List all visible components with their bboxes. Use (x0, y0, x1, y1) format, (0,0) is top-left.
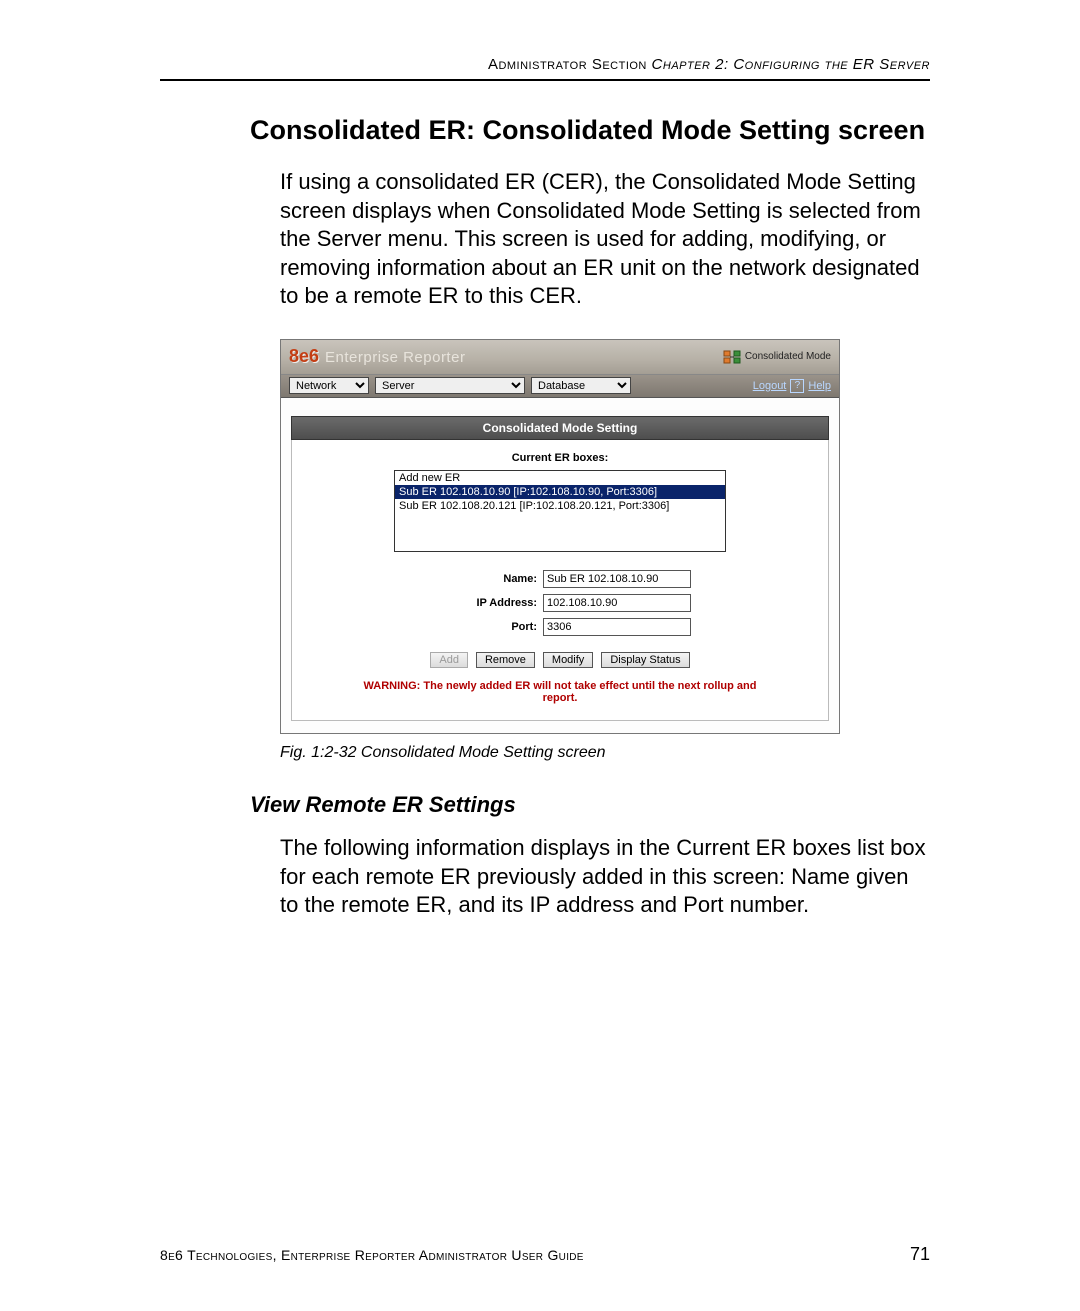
warning-text: WARNING: The newly added ER will not tak… (350, 680, 770, 704)
app-menubar: Network Server Database Logout ? Help (281, 375, 839, 398)
panel-title: Consolidated Mode Setting (291, 416, 829, 440)
listbox-heading: Current ER boxes: (350, 452, 770, 464)
button-row: Add Remove Modify Display Status (350, 652, 770, 668)
running-header-section: Administrator Section (488, 56, 652, 73)
subsection-paragraph: The following information displays in th… (280, 834, 930, 920)
menu-network-select[interactable]: Network (289, 377, 369, 394)
name-field[interactable] (543, 570, 691, 588)
panel-area: Consolidated Mode Setting Current ER box… (281, 398, 839, 733)
figure-caption: Fig. 1:2-32 Consolidated Mode Setting sc… (280, 744, 840, 762)
name-label: Name: (425, 573, 537, 585)
page-footer: 8e6 Technologies, Enterprise Reporter Ad… (160, 1244, 930, 1265)
help-icon[interactable]: ? (790, 379, 804, 393)
header-rule (160, 79, 930, 81)
menu-database-select[interactable]: Database (531, 377, 631, 394)
intro-paragraph: If using a consolidated ER (CER), the Co… (280, 168, 930, 311)
er-listbox[interactable]: Add new ER Sub ER 102.108.10.90 [IP:102.… (394, 470, 726, 552)
modify-button[interactable]: Modify (543, 652, 593, 668)
consolidated-mode-icon (723, 350, 741, 364)
remove-button[interactable]: Remove (476, 652, 535, 668)
footer-guide: 8e6 Technologies, Enterprise Reporter Ad… (160, 1247, 584, 1263)
list-item[interactable]: Sub ER 102.108.20.121 [IP:102.108.20.121… (395, 499, 725, 513)
list-item[interactable]: Add new ER (395, 471, 725, 485)
port-field[interactable] (543, 618, 691, 636)
footer-page-number: 71 (910, 1244, 930, 1265)
help-link[interactable]: Help (808, 380, 831, 392)
menu-server-select[interactable]: Server (375, 377, 525, 394)
panel-body: Current ER boxes: Add new ER Sub ER 102.… (291, 440, 829, 721)
running-header: Administrator Section Chapter 2: Configu… (160, 56, 930, 73)
display-status-button[interactable]: Display Status (601, 652, 689, 668)
brand-prefix: 8e6 (289, 346, 319, 367)
port-label: Port: (425, 621, 537, 633)
add-button[interactable]: Add (430, 652, 468, 668)
mode-label: Consolidated Mode (745, 351, 831, 362)
ip-field[interactable] (543, 594, 691, 612)
ip-label: IP Address: (425, 597, 537, 609)
section-title: Consolidated ER: Consolidated Mode Setti… (250, 115, 930, 146)
list-item[interactable]: Sub ER 102.108.10.90 [IP:102.108.10.90, … (395, 485, 725, 499)
logout-link[interactable]: Logout (753, 380, 787, 392)
mode-indicator: Consolidated Mode (723, 350, 831, 364)
brand-name: Enterprise Reporter (325, 349, 465, 366)
app-titlebar: 8e6 Enterprise Reporter Consolidated Mo (281, 340, 839, 375)
screenshot-figure: 8e6 Enterprise Reporter Consolidated Mo (280, 339, 840, 734)
app-brand: 8e6 Enterprise Reporter (289, 346, 465, 367)
running-header-chapter: Chapter 2: Configuring the ER Server (652, 56, 930, 73)
subsection-title: View Remote ER Settings (250, 792, 930, 818)
